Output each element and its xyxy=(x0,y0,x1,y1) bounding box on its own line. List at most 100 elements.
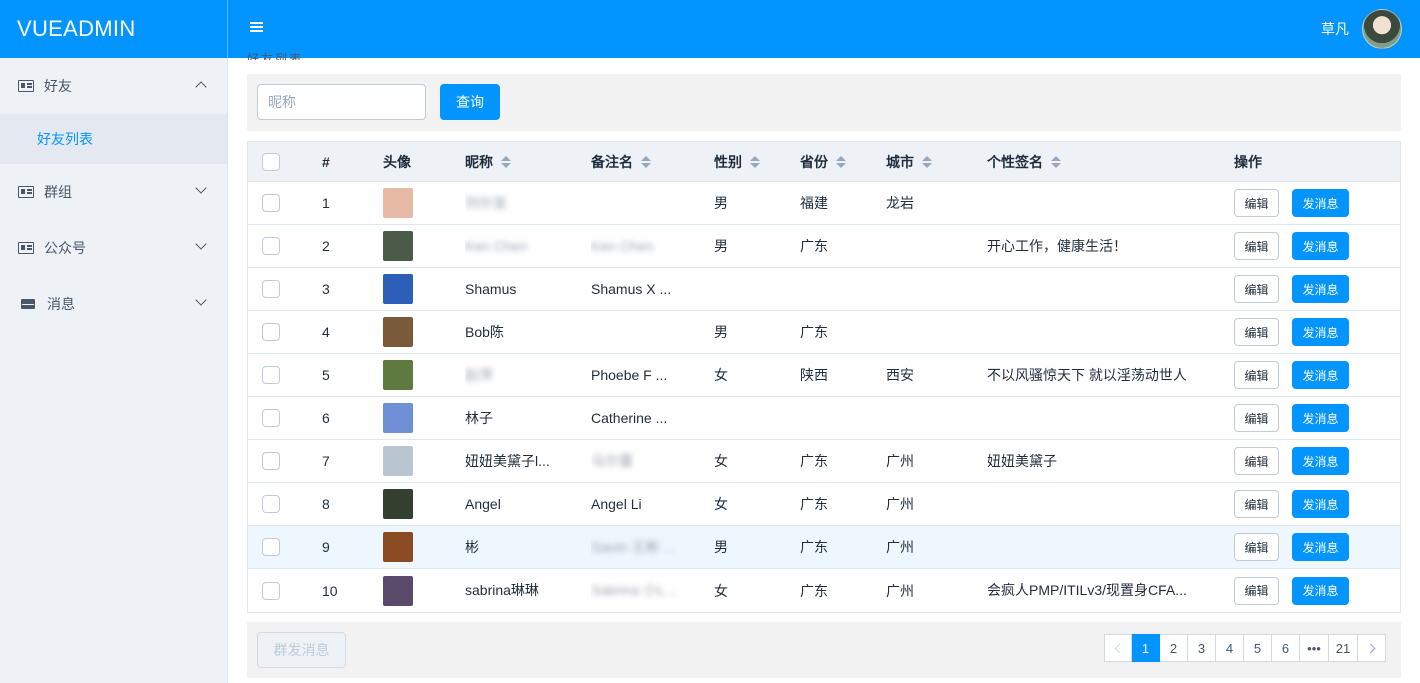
table-row[interactable]: 2 Ken Chen Ken Chen 男 广东 开心工作，健康生活！ 编辑 发消息 xyxy=(248,225,1400,268)
select-all-checkbox[interactable] xyxy=(262,152,280,171)
page-button[interactable]: 5 xyxy=(1244,634,1272,662)
row-checkbox[interactable] xyxy=(262,366,280,384)
row-city: 广州 xyxy=(886,496,914,512)
send-message-button[interactable]: 发消息 xyxy=(1292,232,1349,260)
row-checkbox[interactable] xyxy=(262,409,280,427)
row-index: 5 xyxy=(322,367,330,383)
send-message-button[interactable]: 发消息 xyxy=(1292,318,1349,346)
edit-button[interactable]: 编辑 xyxy=(1234,318,1279,346)
edit-button[interactable]: 编辑 xyxy=(1234,576,1279,605)
edit-button[interactable]: 编辑 xyxy=(1234,404,1279,432)
nickname-search-input[interactable] xyxy=(257,84,426,120)
row-checkbox[interactable] xyxy=(262,323,280,341)
page-button[interactable]: 2 xyxy=(1160,634,1188,662)
column-province[interactable]: 省份 xyxy=(800,142,846,181)
row-checkbox[interactable] xyxy=(262,452,280,470)
table-row[interactable]: 4 Bob陈 男 广东 编辑 发消息 xyxy=(248,311,1400,354)
column-remark[interactable]: 备注名 xyxy=(591,142,691,181)
edit-button[interactable]: 编辑 xyxy=(1234,361,1279,389)
more-pages-button[interactable]: ••• xyxy=(1300,634,1329,662)
row-remark: Catherine ... xyxy=(591,409,668,426)
friend-avatar xyxy=(383,360,413,390)
table-footer: 群发消息 1 2 3 4 5 6 ••• 21 xyxy=(247,622,1401,678)
send-message-button[interactable]: 发消息 xyxy=(1292,404,1349,432)
query-button[interactable]: 查询 xyxy=(440,84,500,120)
sidebar-subitem-label: 好友列表 xyxy=(37,131,93,147)
bulk-message-button[interactable]: 群发消息 xyxy=(257,632,346,668)
row-province: 广东 xyxy=(800,238,828,254)
sort-icon[interactable] xyxy=(922,155,932,168)
column-gender[interactable]: 性别 xyxy=(714,142,760,181)
row-city: 广州 xyxy=(886,582,914,599)
row-remark: Angel Li xyxy=(591,495,642,512)
chevron-down-icon xyxy=(195,294,207,306)
send-message-button[interactable]: 发消息 xyxy=(1292,361,1349,389)
row-index: 10 xyxy=(322,582,338,599)
row-signature: 会疯人PMP/ITILv3/现置身CFA... xyxy=(987,582,1187,598)
friend-avatar xyxy=(383,446,413,476)
table-row[interactable]: 7 妞妞美黛子l... 马尔蕾 女 广东 广州 妞妞美黛子 编辑 发消息 xyxy=(248,440,1400,483)
id-card-icon xyxy=(18,242,34,254)
row-checkbox[interactable] xyxy=(262,581,280,600)
sidebar-item-groups[interactable]: 群组 xyxy=(0,164,227,220)
page-button[interactable]: 3 xyxy=(1188,634,1216,662)
next-page-button[interactable] xyxy=(1358,634,1386,662)
menu-toggle-icon[interactable] xyxy=(249,20,265,36)
table-row[interactable]: 3 Shamus Shamus X ... 编辑 发消息 xyxy=(248,268,1400,311)
row-nickname: 林子 xyxy=(465,409,493,426)
send-message-button[interactable]: 发消息 xyxy=(1292,576,1349,605)
sort-icon[interactable] xyxy=(501,155,511,168)
edit-button[interactable]: 编辑 xyxy=(1234,189,1279,217)
page-button[interactable]: 21 xyxy=(1329,634,1358,662)
column-city[interactable]: 城市 xyxy=(886,142,932,181)
row-city: 广州 xyxy=(886,539,914,555)
row-checkbox[interactable] xyxy=(262,194,280,212)
sidebar-item-messages[interactable]: 消息 xyxy=(0,276,227,332)
main-content: 好友列表 查询 # 头像 昵称 备注名 性别 省份 城市 个性签名 操作 1 刘尔… xyxy=(228,52,1420,683)
table-row[interactable]: 1 刘尔发 男 福建 龙岩 编辑 发消息 xyxy=(248,182,1400,225)
sort-icon[interactable] xyxy=(750,155,760,168)
edit-button[interactable]: 编辑 xyxy=(1234,447,1279,475)
prev-page-button[interactable] xyxy=(1104,634,1132,662)
row-province: 陕西 xyxy=(800,367,828,383)
row-checkbox[interactable] xyxy=(262,538,280,556)
sort-icon[interactable] xyxy=(1051,155,1061,168)
edit-button[interactable]: 编辑 xyxy=(1234,275,1279,303)
sidebar-item-official-accounts[interactable]: 公众号 xyxy=(0,220,227,276)
row-checkbox[interactable] xyxy=(262,280,280,298)
send-message-button[interactable]: 发消息 xyxy=(1292,275,1349,303)
send-message-button[interactable]: 发消息 xyxy=(1292,447,1349,475)
sort-icon[interactable] xyxy=(641,155,651,168)
table-row[interactable]: 6 林子 Catherine ... 编辑 发消息 xyxy=(248,397,1400,440)
row-checkbox[interactable] xyxy=(262,495,280,513)
sidebar-subitem-friend-list[interactable]: 好友列表 xyxy=(0,114,227,164)
sidebar-item-friends[interactable]: 好友 xyxy=(0,58,227,114)
table-row[interactable]: 8 Angel Angel Li 女 广东 广州 编辑 发消息 xyxy=(248,483,1400,526)
table-row[interactable]: 5 赵萍 Phoebe F ... 女 陕西 西安 不以风骚惊天下 就以淫荡动世人 编辑 发消息 xyxy=(248,354,1400,397)
friend-avatar xyxy=(383,403,413,433)
column-nickname[interactable]: 昵称 xyxy=(465,142,580,181)
page-button[interactable]: 4 xyxy=(1216,634,1244,662)
sort-icon[interactable] xyxy=(836,155,846,168)
send-message-button[interactable]: 发消息 xyxy=(1292,189,1349,217)
edit-button[interactable]: 编辑 xyxy=(1234,232,1279,260)
friend-avatar xyxy=(383,231,413,261)
breadcrumb: 好友列表 xyxy=(247,52,304,60)
app-logo[interactable]: VUEADMIN xyxy=(0,0,228,58)
user-menu[interactable]: 草凡 xyxy=(1321,8,1402,50)
send-message-button[interactable]: 发消息 xyxy=(1292,490,1349,518)
page-button[interactable]: 6 xyxy=(1272,634,1300,662)
row-checkbox[interactable] xyxy=(262,237,280,255)
edit-button[interactable]: 编辑 xyxy=(1234,490,1279,518)
table-row[interactable]: 10 sabrina琳琳 Sabrina 小L... 女 广东 广州 会疯人PMP/ITIL… xyxy=(248,569,1400,612)
row-province: 广东 xyxy=(800,539,828,555)
send-message-button[interactable]: 发消息 xyxy=(1292,533,1349,561)
column-signature[interactable]: 个性签名 xyxy=(987,142,1199,181)
edit-button[interactable]: 编辑 xyxy=(1234,533,1279,561)
page-button[interactable]: 1 xyxy=(1132,634,1160,662)
user-avatar[interactable] xyxy=(1362,9,1402,49)
row-gender: 女 xyxy=(714,582,728,599)
table-body: 1 刘尔发男福建 龙岩 编辑 发消息 2 Ken Chen Ken Chen 男广东 开心工作，健… xyxy=(248,182,1400,612)
table-row[interactable]: 9 彬 Gavin 王彬 ... 男 广东 广州 编辑 发消息 xyxy=(248,526,1400,569)
friend-avatar xyxy=(383,274,413,304)
